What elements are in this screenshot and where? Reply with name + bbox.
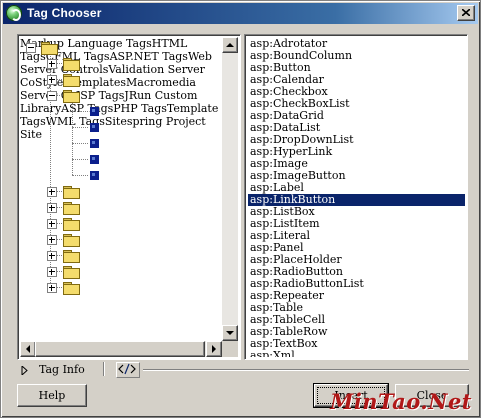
expand-plus-icon[interactable] (47, 75, 57, 85)
tree-connector (72, 175, 88, 176)
folder-icon (63, 202, 80, 215)
tree-node-label[interactable]: ASP.NET Tags (110, 50, 188, 63)
folder-icon (63, 266, 80, 279)
tree-connector (72, 103, 73, 175)
tag-tree-panel[interactable]: Markup Language Tags HTML Tags CFML Tags AS… (17, 34, 241, 360)
tree-vertical-scrollbar[interactable] (222, 37, 238, 341)
window-title: Tag Chooser (27, 6, 102, 20)
divider (143, 369, 469, 371)
tag-info-toggle[interactable]: Tag Info (39, 363, 85, 376)
expand-plus-icon[interactable] (47, 235, 57, 245)
scroll-right-button[interactable] (206, 341, 222, 357)
folder-icon (63, 250, 80, 263)
expand-plus-icon[interactable] (47, 283, 57, 293)
collapse-minus-icon[interactable] (47, 91, 57, 101)
tag-list-panel[interactable]: asp:Adrotator asp:BoundColumn asp:Button as… (244, 34, 468, 360)
tag-info-code-button[interactable] (116, 362, 140, 378)
help-button-label: Help (38, 389, 66, 402)
tree-hscroll-thumb[interactable] (35, 341, 205, 357)
tree-node-label[interactable]: ASP Tags (61, 102, 113, 115)
tag-list[interactable]: asp:Adrotator asp:BoundColumn asp:Button as… (247, 37, 465, 357)
tag-chooser-dialog: Tag Chooser Markup Language Tags HTML Tag… (0, 0, 481, 418)
tag-icon (90, 107, 99, 116)
tag-icon (90, 139, 99, 148)
scroll-up-button[interactable] (222, 37, 238, 53)
tag-tree[interactable]: Markup Language Tags HTML Tags CFML Tags AS… (20, 37, 222, 341)
expand-plus-icon[interactable] (47, 203, 57, 213)
tree-connector (72, 127, 88, 128)
folder-icon (63, 282, 80, 295)
tree-node-label[interactable]: PHP Tags (113, 102, 167, 115)
scroll-left-button[interactable] (20, 341, 36, 357)
help-button[interactable]: Help (17, 384, 87, 407)
tag-icon (90, 123, 99, 132)
folder-icon (63, 58, 80, 71)
tree-node-label[interactable]: Markup Language Tags (20, 37, 152, 50)
folder-icon (63, 234, 80, 247)
expand-plus-icon[interactable] (47, 59, 57, 69)
dreamweaver-app-icon (6, 5, 22, 21)
tag-info-bar: Tag Info (17, 362, 469, 378)
code-tag-icon (118, 363, 136, 375)
close-icon (462, 9, 470, 16)
arrow-left-icon (26, 345, 30, 353)
arrow-right-icon (212, 345, 216, 353)
tree-connector (72, 111, 88, 112)
tree-connector (72, 143, 88, 144)
folder-icon (63, 218, 80, 231)
collapse-minus-icon[interactable] (26, 43, 36, 53)
expand-arrow-icon[interactable] (21, 366, 29, 375)
tree-node-label[interactable]: JSP Tags (76, 89, 125, 102)
folder-icon (63, 90, 80, 103)
tree-horizontal-scrollbar[interactable] (20, 341, 222, 357)
close-window-button[interactable] (457, 5, 475, 21)
arrow-down-icon (226, 331, 234, 335)
tag-icon (90, 171, 99, 180)
folder-icon (63, 186, 80, 199)
expand-plus-icon[interactable] (47, 187, 57, 197)
arrow-up-icon (226, 43, 234, 47)
tree-connector (72, 159, 88, 160)
expand-plus-icon[interactable] (47, 219, 57, 229)
expand-plus-icon[interactable] (47, 267, 57, 277)
scroll-corner (222, 341, 238, 357)
scroll-down-button[interactable] (222, 325, 238, 341)
title-bar[interactable]: Tag Chooser (3, 3, 478, 24)
tag-icon (90, 155, 99, 164)
separator (103, 362, 105, 376)
watermark: MinTao.Net (330, 389, 472, 414)
folder-icon (41, 42, 58, 55)
tag-list-item[interactable]: asp:Xml (248, 350, 465, 358)
expand-plus-icon[interactable] (47, 251, 57, 261)
folder-icon (63, 74, 80, 87)
